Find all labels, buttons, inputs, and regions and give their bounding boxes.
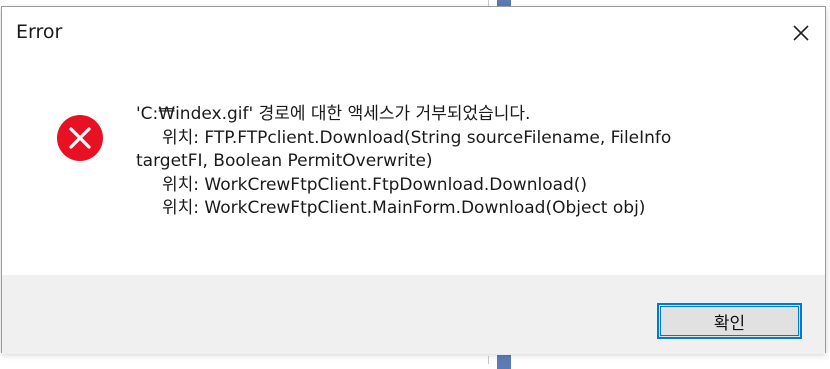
close-button[interactable] xyxy=(783,15,819,51)
message-line: 위치: WorkCrewFtpClient.FtpDownload.Downlo… xyxy=(162,174,588,195)
column-divider xyxy=(488,356,489,364)
file-icon xyxy=(497,355,511,369)
dialog-content: 'C:₩index.gif' 경로에 대한 액세스가 거부되었습니다. 위치: … xyxy=(2,59,825,275)
focus-ring xyxy=(660,306,799,336)
dialog-title: Error xyxy=(16,21,63,43)
error-icon xyxy=(57,115,103,161)
message-line: 'C:₩index.gif' 경로에 대한 액세스가 거부되었습니다. xyxy=(136,104,531,124)
title-bar: Error xyxy=(2,7,825,59)
close-icon xyxy=(793,25,809,41)
message-line: 위치: WorkCrewFtpClient.MainForm.Download(… xyxy=(162,198,646,218)
error-dialog: Error 'C:₩index.gif' 경로에 대한 액세스가 거부되었습니다… xyxy=(1,6,826,354)
ok-button[interactable]: 확인 xyxy=(657,303,802,339)
error-message: 'C:₩index.gif' 경로에 대한 액세스가 거부되었습니다. 위치: … xyxy=(136,103,796,221)
message-line: 위치: FTP.FTPclient.Download(String source… xyxy=(162,127,672,148)
dialog-footer: 확인 xyxy=(2,275,825,354)
message-line: targetFI, Boolean PermitOverwrite) xyxy=(136,151,433,171)
